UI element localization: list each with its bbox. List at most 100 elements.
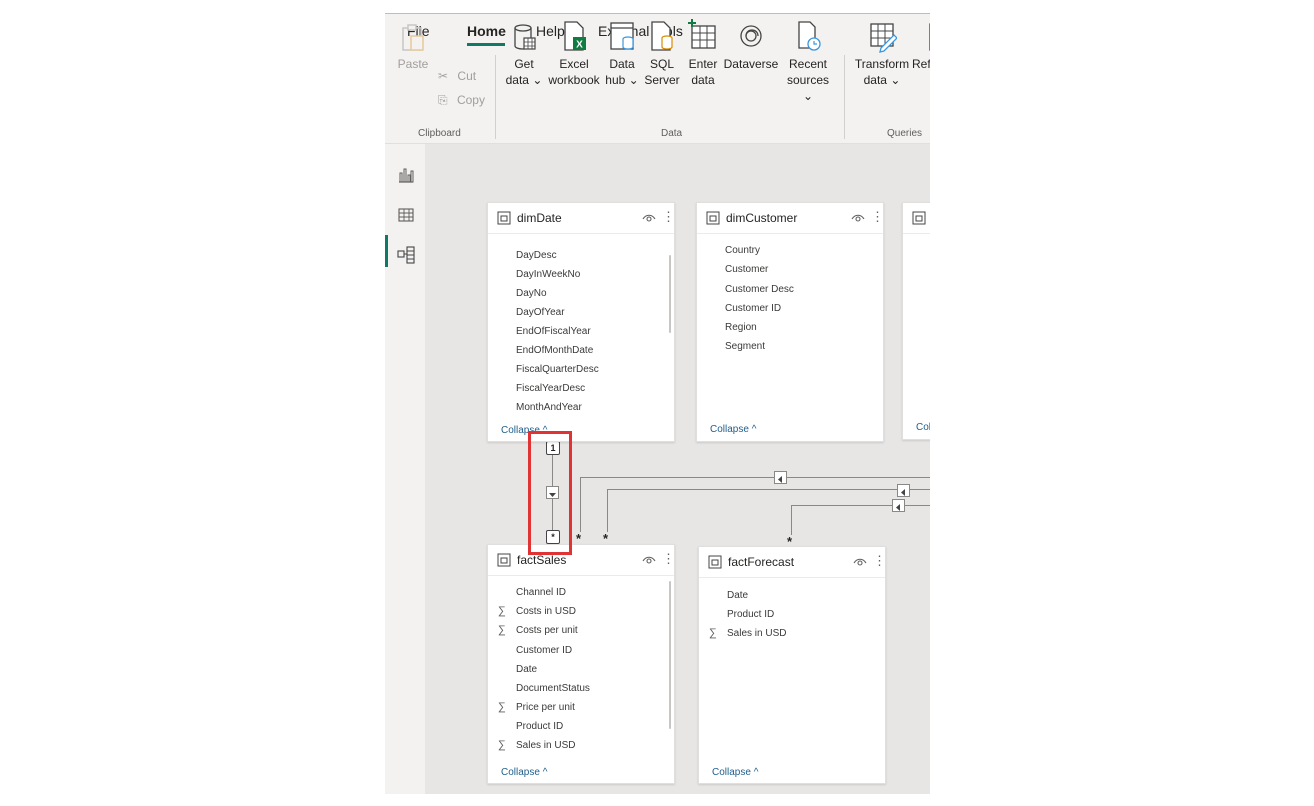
recent-sources-button[interactable]: Recent sources ⌄ (783, 18, 833, 104)
collapse-link[interactable]: Collapse ^ (710, 424, 756, 435)
field-item[interactable]: FiscalQuarterDesc (516, 364, 599, 375)
field-item[interactable]: EndOfMonthDate (516, 345, 593, 356)
field-item[interactable]: EndOfFiscalYear (516, 326, 591, 337)
dataverse-button[interactable]: Dataverse (723, 18, 779, 72)
field-item[interactable]: Product ID (727, 609, 774, 620)
field-label: Sales in USD (516, 740, 576, 751)
more-options-icon[interactable]: ⋮ (662, 552, 675, 566)
report-view-icon[interactable] (397, 166, 415, 184)
field-item[interactable]: Customer (725, 264, 768, 275)
field-item[interactable]: ∑ Costs in USD (498, 605, 577, 617)
database-icon (514, 24, 536, 50)
table-card-factsales[interactable]: factSales ⋮ Channel ID ∑ Costs in USD ∑ Co… (487, 544, 675, 784)
field-label: Costs in USD (516, 606, 577, 617)
sigma-icon: ∑ (498, 624, 506, 636)
collapse-link[interactable]: Collapse ^ (712, 767, 758, 778)
eye-icon[interactable] (642, 213, 656, 223)
copy-button[interactable]: ⎘ Copy (438, 93, 485, 108)
relationship-line-product-sales[interactable] (607, 489, 930, 490)
paste-label: Paste (397, 57, 429, 71)
data-hub-icon (610, 22, 634, 50)
relationship-line-product-forecast[interactable] (791, 505, 930, 506)
relationship-line-customer-sales[interactable] (580, 477, 930, 478)
recent-label-1: Recent (788, 57, 828, 71)
transform-data-button[interactable]: Transform data ⌄ (854, 18, 910, 88)
get-data-label-1: Get (514, 57, 534, 71)
field-item[interactable]: Segment (725, 341, 765, 352)
field-item[interactable]: Date (516, 664, 537, 675)
field-item[interactable]: Product ID (516, 721, 563, 732)
table-title: dimDate (517, 211, 562, 225)
eye-icon[interactable] (851, 213, 865, 223)
field-item[interactable]: FiscalYearDesc (516, 383, 585, 394)
field-item[interactable]: ∑ Price per unit (498, 701, 575, 713)
get-data-button[interactable]: Get data ⌄ (505, 18, 543, 88)
refresh-button[interactable]: Ref (912, 18, 930, 72)
table-title: factForecast (728, 555, 795, 569)
field-item[interactable]: DayNo (516, 288, 547, 299)
eye-icon[interactable] (853, 557, 867, 567)
scrollbar[interactable] (669, 255, 671, 333)
data-view-icon[interactable] (397, 206, 415, 224)
menu-home[interactable]: Home (467, 23, 506, 39)
field-item[interactable]: Customer ID (725, 303, 781, 314)
scrollbar[interactable] (669, 581, 671, 729)
excel-workbook-button[interactable]: X Excel workbook (545, 18, 603, 88)
dataverse-icon (740, 25, 762, 47)
field-item[interactable]: ∑ Sales in USD (498, 739, 576, 751)
excel-icon: X (564, 21, 586, 51)
filter-direction-arrow-icon-3[interactable] (892, 499, 905, 512)
field-item[interactable]: DayInWeekNo (516, 269, 580, 280)
more-options-icon[interactable]: ⋮ (871, 210, 884, 224)
field-item[interactable]: ∑ Costs per unit (498, 624, 578, 636)
table-card-factforecast[interactable]: factForecast ⋮ Date Product ID ∑ Sales in… (698, 546, 886, 784)
sigma-icon: ∑ (498, 701, 506, 713)
eye-icon[interactable] (642, 555, 656, 565)
more-options-icon[interactable]: ⋮ (873, 554, 886, 568)
svg-text:X: X (576, 40, 583, 51)
page-right-blank (930, 190, 950, 450)
data-hub-label-2: hub ⌄ (605, 73, 639, 87)
triangle-left-icon (901, 489, 905, 496)
table-card-dimcustomer[interactable]: dimCustomer ⋮ Country Customer Customer … (696, 202, 884, 442)
data-hub-button[interactable]: Data hub ⌄ (603, 18, 641, 88)
enter-data-button[interactable]: Enter data (684, 18, 722, 88)
field-item[interactable]: Customer ID (516, 645, 572, 656)
more-options-icon[interactable]: ⋮ (662, 210, 675, 224)
relationship-line-drop (580, 477, 581, 532)
paste-button[interactable]: Paste (397, 18, 429, 72)
field-item[interactable]: MonthAndYear (516, 402, 582, 413)
field-item[interactable]: Customer Desc (725, 284, 794, 295)
field-item[interactable]: DocumentStatus (516, 683, 590, 694)
table-card-dimdate[interactable]: dimDate ⋮ DayDesc DayInWeekNo DayNo DayO… (487, 202, 675, 442)
field-item[interactable]: DayDesc (516, 250, 557, 261)
copy-icon: ⎘ (438, 93, 448, 107)
field-item[interactable]: Date (727, 590, 748, 601)
model-view-icon[interactable] (397, 246, 415, 264)
table-icon (497, 211, 511, 225)
field-item[interactable]: ∑ Sales in USD (709, 627, 786, 639)
active-tab-indicator (467, 43, 505, 46)
triangle-left-icon (896, 504, 900, 511)
card-header: factSales ⋮ (488, 545, 675, 576)
recent-label-2: sources ⌄ (786, 73, 830, 103)
field-item[interactable]: Channel ID (516, 587, 566, 598)
data-group-label: Data (661, 128, 683, 139)
recent-sources-icon (798, 21, 821, 51)
sql-server-icon (651, 21, 673, 51)
collapse-link[interactable]: Collapse ^ (501, 767, 547, 778)
filter-direction-arrow-icon[interactable] (774, 471, 787, 484)
copy-label: Copy (456, 93, 485, 107)
paste-icon (402, 24, 424, 51)
table-icon (708, 555, 722, 569)
queries-group-label: Queries (887, 128, 923, 139)
field-item[interactable]: DayOfYear (516, 307, 565, 318)
filter-direction-arrow-icon-2[interactable] (897, 484, 910, 497)
cut-button[interactable]: ✂ Cut (438, 69, 476, 83)
table-title: factSales (517, 553, 567, 567)
field-item[interactable]: Country (725, 245, 760, 256)
field-item[interactable]: Region (725, 322, 757, 333)
relationship-line-drop-2 (607, 489, 608, 532)
sql-server-button[interactable]: SQL Server (643, 18, 681, 88)
sigma-icon: ∑ (498, 739, 506, 751)
